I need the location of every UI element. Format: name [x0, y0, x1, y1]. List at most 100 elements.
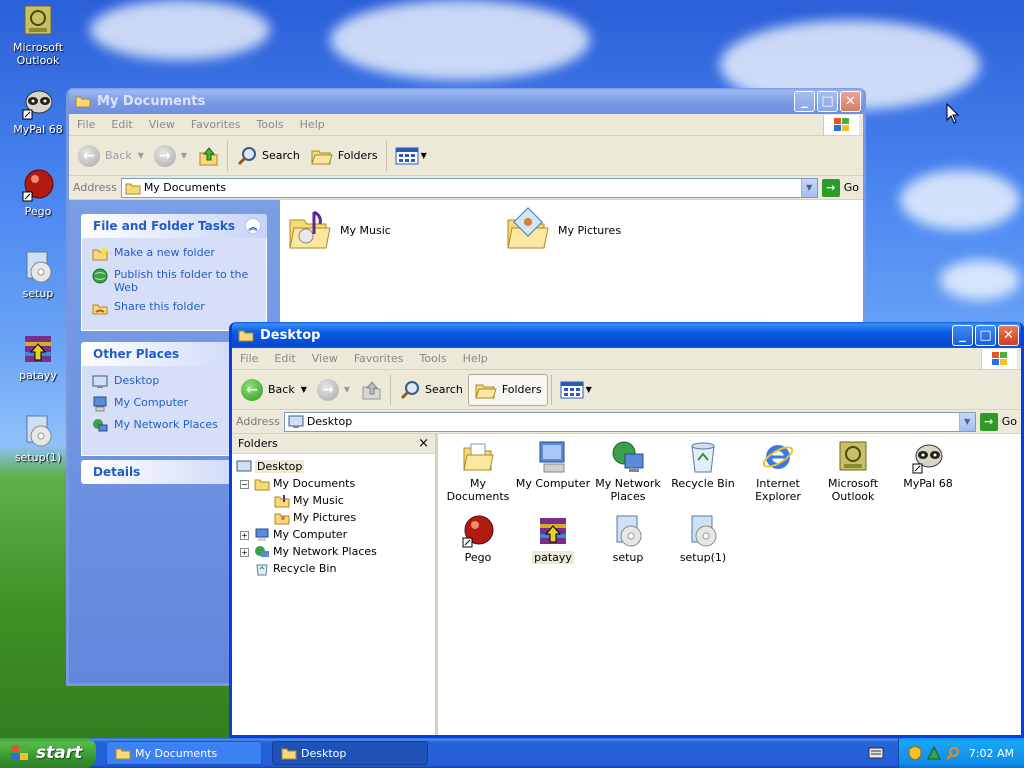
task-link-share[interactable]: Share this folder — [92, 300, 256, 316]
address-dropdown-button[interactable]: ▼ — [800, 178, 817, 197]
folders-button[interactable]: Folders — [305, 140, 383, 172]
folder-up-icon — [362, 380, 381, 399]
address-input[interactable]: My Documents ▼ — [120, 177, 818, 198]
up-button[interactable] — [192, 140, 224, 172]
views-icon — [560, 381, 584, 398]
menu-favorites[interactable]: Favorites — [183, 118, 249, 131]
item-microsoft-outlook[interactable]: Microsoft Outlook — [815, 440, 891, 503]
desktop-icon-patayy[interactable]: patayy — [0, 332, 76, 382]
go-button[interactable]: → Go — [979, 412, 1017, 431]
expand-toggle[interactable]: + — [240, 531, 249, 540]
item-my-documents[interactable]: My Documents — [440, 440, 516, 503]
back-button[interactable]: ← Back ▼ — [236, 374, 312, 406]
titlebar[interactable]: Desktop _ □ ✕ — [232, 322, 1021, 348]
go-button[interactable]: → Go — [821, 178, 859, 197]
item-my-computer[interactable]: My Computer — [515, 440, 591, 490]
network-icon[interactable] — [926, 745, 942, 761]
menu-tools[interactable]: Tools — [412, 352, 455, 365]
views-button[interactable]: ▼ — [555, 374, 597, 406]
search-tray-icon[interactable] — [945, 745, 961, 761]
desktop-icon — [92, 375, 108, 388]
views-button[interactable]: ▼ — [390, 140, 432, 172]
menu-view[interactable]: View — [304, 352, 346, 365]
outlook-icon — [21, 4, 55, 38]
folders-button[interactable]: Folders — [467, 373, 548, 406]
tree-node-my-computer[interactable]: My Computer — [254, 526, 347, 543]
collapse-icon[interactable]: ︽ — [245, 218, 261, 234]
titlebar[interactable]: My Documents _ □ ✕ — [69, 88, 863, 114]
window-desktop[interactable]: Desktop _ □ ✕ File Edit View Favorites T… — [229, 322, 1024, 738]
tree-node-my-documents[interactable]: My Documents — [254, 475, 355, 492]
address-dropdown-button[interactable]: ▼ — [958, 412, 975, 431]
start-button[interactable]: start — [0, 738, 96, 768]
security-shield-icon[interactable] — [907, 745, 923, 761]
address-input[interactable]: Desktop ▼ — [283, 411, 976, 432]
item-my-network-places[interactable]: My Network Places — [590, 440, 666, 503]
item-recycle-bin[interactable]: Recycle Bin — [665, 440, 741, 490]
menu-favorites[interactable]: Favorites — [346, 352, 412, 365]
desktop-icon-pego[interactable]: Pego — [0, 168, 76, 218]
computer-icon — [255, 528, 269, 541]
menu-help[interactable]: Help — [292, 118, 333, 131]
search-button[interactable]: Search — [231, 140, 305, 172]
desktop-icon-setup[interactable]: setup — [0, 250, 76, 300]
item-setup1[interactable]: setup(1) — [665, 514, 741, 564]
tree-node-my-pictures[interactable]: My Pictures — [274, 509, 356, 526]
up-button[interactable] — [355, 374, 387, 406]
expand-toggle[interactable]: + — [240, 548, 249, 557]
desktop-icon-mypal[interactable]: MyPal 68 — [0, 86, 76, 136]
close-button[interactable]: ✕ — [998, 324, 1019, 346]
back-button[interactable]: ← Back ▼ — [73, 140, 149, 172]
tree-node-my-music[interactable]: My Music — [274, 492, 344, 509]
item-pego[interactable]: Pego — [440, 514, 516, 564]
setup-icon — [21, 414, 55, 448]
back-arrow-icon: ← — [78, 144, 100, 167]
item-patayy[interactable]: patayy — [515, 514, 591, 564]
menu-edit[interactable]: Edit — [103, 118, 140, 131]
task-link-publish[interactable]: Publish this folder to the Web — [92, 268, 256, 294]
close-button[interactable]: ✕ — [840, 90, 861, 112]
panel-header[interactable]: File and Folder Tasks ︽ — [81, 214, 267, 238]
folder-item-my-music[interactable]: My Music — [286, 206, 391, 254]
folder-item-my-pictures[interactable]: My Pictures — [504, 206, 621, 254]
menu-file[interactable]: File — [232, 352, 266, 365]
menubar: File Edit View Favorites Tools Help — [232, 348, 1021, 370]
search-button[interactable]: Search — [394, 374, 468, 406]
toolbar: ← Back ▼ → ▼ Search Folders ▼ — [69, 136, 863, 176]
tree-node-network[interactable]: My Network Places — [254, 543, 377, 560]
menu-view[interactable]: View — [141, 118, 183, 131]
menu-help[interactable]: Help — [455, 352, 496, 365]
tree-node-recycle-bin[interactable]: Recycle Bin — [254, 560, 336, 577]
maximize-button[interactable]: □ — [975, 324, 996, 346]
clock[interactable]: 7:02 AM — [969, 747, 1014, 760]
panel-body: Make a new folder Publish this folder to… — [81, 238, 267, 331]
toolbar: ← Back ▼ → ▼ Search Folders ▼ — [232, 370, 1021, 410]
task-link-new-folder[interactable]: Make a new folder — [92, 246, 256, 262]
toolbar-separator — [550, 374, 552, 405]
forward-button[interactable]: → ▼ — [312, 374, 355, 406]
item-setup[interactable]: setup — [590, 514, 666, 564]
desktop-icon-setup1[interactable]: setup(1) — [0, 414, 76, 464]
desktop-icon-outlook[interactable]: Microsoft Outlook — [0, 4, 76, 67]
background-cloud — [330, 0, 590, 80]
collapse-toggle[interactable]: − — [240, 480, 249, 489]
minimize-button[interactable]: _ — [952, 324, 973, 346]
go-label: Go — [1001, 415, 1017, 428]
item-internet-explorer[interactable]: Internet Explorer — [740, 440, 816, 503]
taskbar: start My Documents Desktop 7:02 AM — [0, 738, 1024, 768]
item-mypal[interactable]: MyPal 68 — [890, 440, 966, 490]
tree-node-desktop[interactable]: Desktop — [236, 458, 305, 475]
minimize-button[interactable]: _ — [794, 90, 815, 112]
taskbar-button-desktop[interactable]: Desktop — [272, 741, 428, 765]
desktop-icon — [288, 415, 304, 428]
keyboard-icon[interactable] — [868, 747, 884, 759]
search-icon — [400, 380, 420, 399]
forward-button[interactable]: → ▼ — [149, 140, 192, 172]
go-label: Go — [843, 181, 859, 194]
close-icon[interactable]: × — [418, 436, 429, 451]
menu-edit[interactable]: Edit — [266, 352, 303, 365]
menu-tools[interactable]: Tools — [249, 118, 292, 131]
maximize-button[interactable]: □ — [817, 90, 838, 112]
taskbar-button-my-documents[interactable]: My Documents — [106, 741, 262, 765]
menu-file[interactable]: File — [69, 118, 103, 131]
